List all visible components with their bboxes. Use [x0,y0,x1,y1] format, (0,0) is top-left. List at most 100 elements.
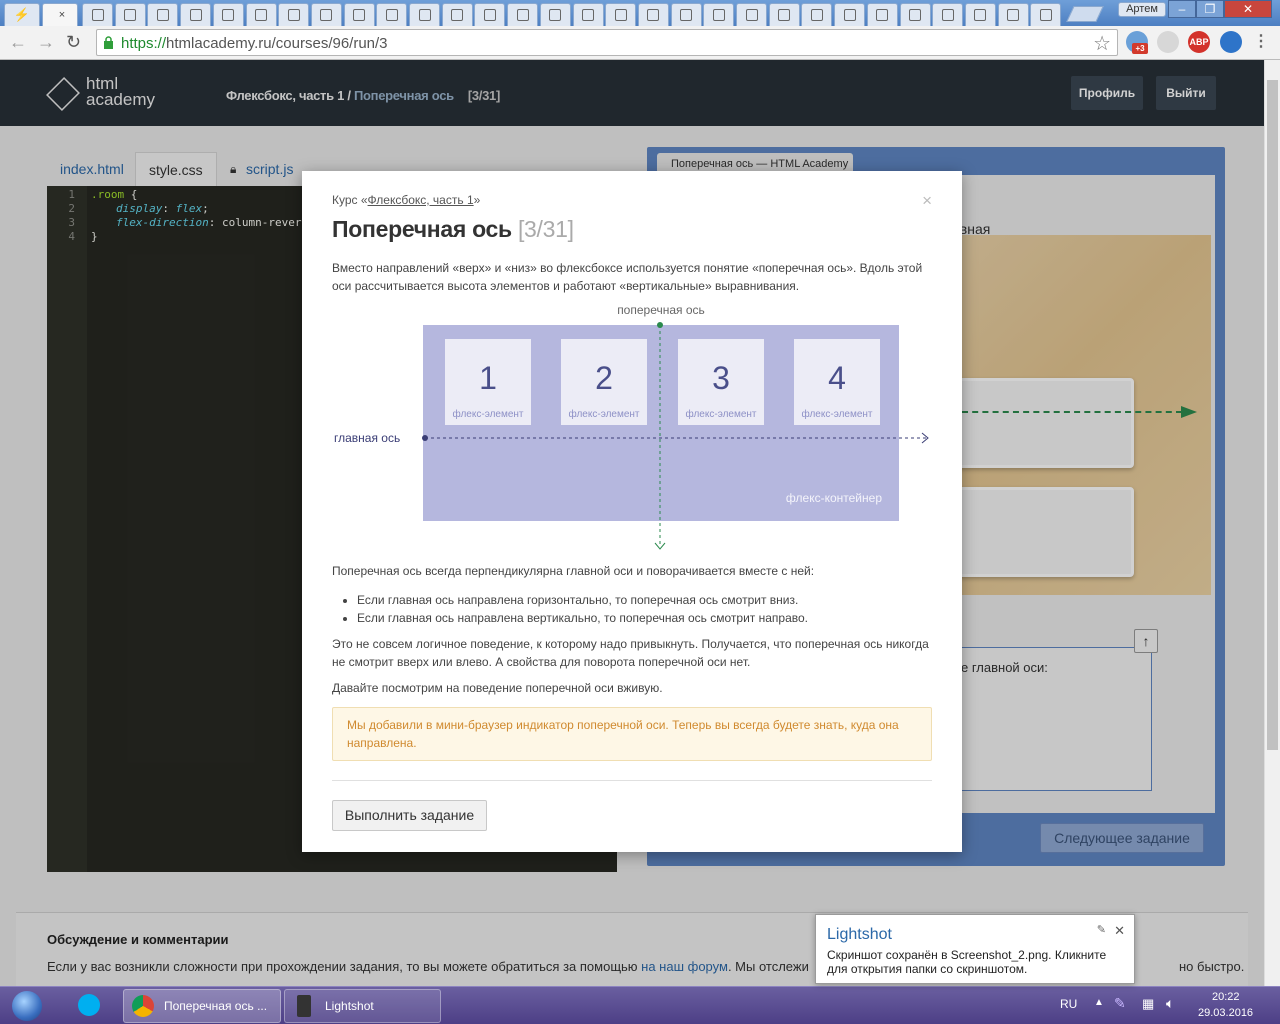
taskbar-lightshot-window[interactable]: Lightshot [284,989,441,1023]
shield-favicon-icon [680,9,693,21]
close-icon[interactable]: × [922,191,932,211]
browser-tab[interactable] [474,3,506,26]
notification-message: Скриншот сохранён в Screenshot_2.png. Кл… [827,948,1107,976]
browser-tab[interactable] [997,3,1029,26]
shield-favicon-icon [1007,9,1020,21]
browser-tab[interactable] [736,3,767,26]
menu-icon[interactable]: ⋮ [1250,31,1272,53]
shield-favicon-icon [647,9,660,21]
browser-toolbar: ← → ↻ https://htmlacademy.ru/courses/96/… [0,26,1280,60]
title-text: Поперечная ось [332,216,512,242]
shield-favicon-icon [156,9,169,21]
lesson-modal: Курс «Флексбокс, часть 1» × Поперечная о… [302,171,962,852]
close-window-button[interactable]: ✕ [1224,0,1272,18]
browser-tab[interactable] [1030,3,1062,26]
adblock-icon[interactable]: ABP [1188,31,1210,53]
shield-favicon-icon [287,9,300,21]
volume-icon[interactable]: 🔈︎ [1166,995,1174,1012]
new-tab-button[interactable] [1066,6,1104,22]
shield-favicon-icon [255,9,267,21]
title-counter: [3/31] [517,216,574,242]
start-button[interactable] [4,987,50,1024]
modal-title: Поперечная ось [3/31] [332,216,574,243]
tab-active[interactable]: × [42,3,78,26]
clock-date[interactable]: 29.03.2016 [1198,1007,1253,1019]
browser-window: ⚡ × Артем – ❐ ✕ ← → ↻ https://htmlacadem… [0,0,1280,1024]
shield-favicon-icon [516,9,529,21]
list-item: Если главная ось направлена вертикально,… [357,609,808,627]
browser-tab[interactable] [245,3,277,26]
reload-icon[interactable]: ↻ [66,33,81,51]
shield-favicon-icon [909,9,921,21]
url-path: htmlacademy.ru/courses/96/run/3 [166,35,388,52]
close-icon[interactable]: ✕ [1114,923,1125,939]
page-scrollbar[interactable] [1264,60,1280,986]
lightshot-icon [297,995,311,1017]
browser-tab[interactable] [114,3,146,26]
forward-icon[interactable]: → [37,33,55,51]
scrollbar-thumb[interactable] [1267,80,1278,750]
network-icon[interactable]: ▦ [1142,996,1154,1012]
main-axis-origin [422,435,428,441]
taskbar-chrome-window[interactable]: Поперечная ось ... [123,989,281,1023]
shield-favicon-icon [91,9,104,21]
browser-tab[interactable] [964,3,996,26]
shield-icon[interactable] [1157,31,1179,53]
pin-icon[interactable]: ✎ [1097,923,1106,936]
tab-close-icon[interactable]: × [59,9,65,21]
shield-favicon-icon [745,9,758,21]
course-link[interactable]: Флексбокс, часть 1 [368,193,474,207]
browser-tab[interactable] [899,3,931,26]
browser-tab[interactable] [310,3,342,26]
system-tray: RU ▲ ✎ ▦ 🔈︎ 20:22 29.03.2016 [1052,987,1280,1024]
browser-tab[interactable] [768,3,800,26]
windows-logo-icon [12,991,42,1021]
lightning-icon: ⚡ [13,7,31,22]
minimize-button[interactable]: – [1168,0,1196,18]
browser-tab[interactable] [278,3,310,26]
browser-tab[interactable] [441,3,473,26]
browser-tab[interactable] [212,3,244,26]
address-bar[interactable]: https://htmlacademy.ru/courses/96/run/3 … [96,29,1118,56]
shield-favicon-icon [483,9,496,21]
bookmark-star-icon[interactable]: ☆ [1093,31,1111,56]
taskbar-skype[interactable] [70,989,112,1023]
browser-tab[interactable] [343,3,375,26]
maximize-button[interactable]: ❐ [1196,0,1224,18]
browser-tab[interactable] [801,3,833,26]
globe-icon[interactable] [1220,31,1242,53]
url-text: https://htmlacademy.ru/courses/96/run/3 [121,35,388,52]
lightshot-notification[interactable]: Lightshot ✎ ✕ Скриншот сохранён в Screen… [815,914,1135,984]
browser-tab[interactable] [637,3,669,26]
clock-time[interactable]: 20:22 [1212,991,1240,1003]
browser-tab[interactable] [605,3,637,26]
browser-tab[interactable] [409,3,440,26]
browser-tab[interactable] [376,3,408,26]
paragraph-2: Поперечная ось всегда перпендикулярна гл… [332,564,815,578]
tray-expand-icon[interactable]: ▲ [1094,997,1104,1008]
run-task-button[interactable]: Выполнить задание [332,800,487,831]
bullet-list: Если главная ось направлена горизонтальн… [357,591,808,627]
shield-favicon-icon [614,9,627,21]
browser-tab[interactable] [703,3,735,26]
browser-tab[interactable] [866,3,898,26]
browser-tab[interactable] [932,3,964,26]
shield-favicon-icon [222,9,235,21]
browser-tab[interactable] [507,3,539,26]
tab-strip: ⚡ × Артем – ❐ ✕ [0,0,1280,26]
tab-htmlacademy-favicon[interactable]: ⚡ [4,3,40,26]
browser-tab[interactable] [539,3,571,26]
browser-tab[interactable] [82,3,113,26]
browser-tab[interactable] [572,3,604,26]
language-indicator[interactable]: RU [1060,997,1077,1011]
lightshot-tray-icon[interactable]: ✎ [1114,995,1126,1012]
browser-tab[interactable] [147,3,179,26]
flex-item-caption: флекс-элемент [801,408,872,420]
extension-badge: +3 [1132,43,1148,54]
course-prefix: Курс « [332,193,368,207]
browser-tab[interactable] [180,3,212,26]
back-icon[interactable]: ← [9,33,27,51]
profile-button[interactable]: Артем [1118,2,1166,17]
browser-tab[interactable] [670,3,702,26]
browser-tab[interactable] [834,3,866,26]
